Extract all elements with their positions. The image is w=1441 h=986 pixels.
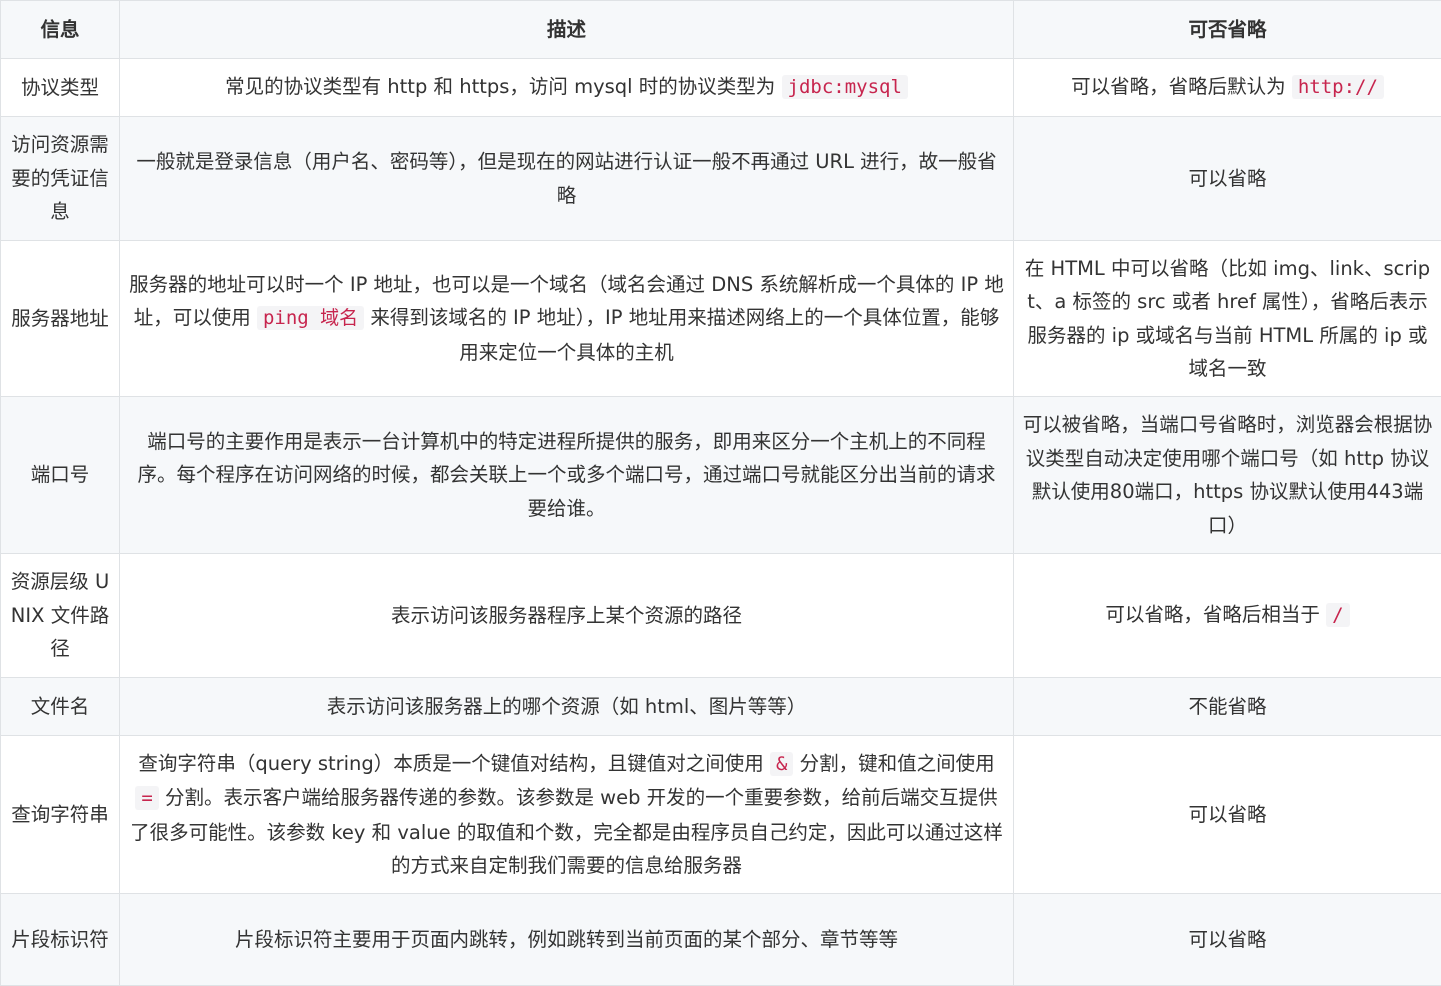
table-row: 端口号 端口号的主要作用是表示一台计算机中的特定进程所提供的服务，即用来区分一个… <box>1 397 1441 554</box>
info-cell: 访问资源需要的凭证信息 <box>1 117 120 241</box>
omittable-text: 可以省略，省略后默认为 <box>1071 75 1292 98</box>
inline-code: / <box>1326 603 1349 627</box>
table-row: 片段标识符 片段标识符主要用于页面内跳转，例如跳转到当前页面的某个部分、章节等等… <box>1 894 1441 986</box>
description-cell: 查询字符串（query string）本质是一个键值对结构，且键值对之间使用 &… <box>120 736 1014 894</box>
inline-code: jdbc:mysql <box>782 75 908 99</box>
table-row: 服务器地址 服务器的地址可以时一个 IP 地址，也可以是一个域名（域名会通过 D… <box>1 241 1441 397</box>
inline-code: ping 域名 <box>257 306 364 330</box>
info-cell: 文件名 <box>1 678 120 736</box>
table-row: 资源层级 UNIX 文件路径 表示访问该服务器程序上某个资源的路径 可以省略，省… <box>1 554 1441 678</box>
inline-code: http:// <box>1292 75 1384 99</box>
description-text: 来得到该域名的 IP 地址），IP 地址用来描述网络上的一个具体位置，能够用来定… <box>364 306 999 364</box>
omittable-cell: 可以省略 <box>1014 117 1441 241</box>
description-cell: 一般就是登录信息（用户名、密码等），但是现在的网站进行认证一般不再通过 URL … <box>120 117 1014 241</box>
info-cell: 端口号 <box>1 397 120 554</box>
description-cell: 常见的协议类型有 http 和 https，访问 mysql 时的协议类型为 j… <box>120 59 1014 117</box>
omittable-cell: 在 HTML 中可以省略（比如 img、link、script、a 标签的 sr… <box>1014 241 1441 397</box>
description-text: 常见的协议类型有 http 和 https，访问 mysql 时的协议类型为 <box>225 75 781 98</box>
table-row: 协议类型 常见的协议类型有 http 和 https，访问 mysql 时的协议… <box>1 59 1441 117</box>
table-header-row: 信息 描述 可否省略 <box>1 1 1441 59</box>
description-text: 分割。表示客户端给服务器传递的参数。该参数是 web 开发的一个重要参数，给前后… <box>130 786 1003 877</box>
header-description: 描述 <box>120 1 1014 59</box>
info-cell: 服务器地址 <box>1 241 120 397</box>
description-cell: 服务器的地址可以时一个 IP 地址，也可以是一个域名（域名会通过 DNS 系统解… <box>120 241 1014 397</box>
omittable-cell: 可以被省略，当端口号省略时，浏览器会根据协议类型自动决定使用哪个端口号（如 ht… <box>1014 397 1441 554</box>
omittable-text: 可以省略，省略后相当于 <box>1105 603 1326 626</box>
info-cell: 查询字符串 <box>1 736 120 894</box>
description-cell: 表示访问该服务器上的哪个资源（如 html、图片等等） <box>120 678 1014 736</box>
description-text: 查询字符串（query string）本质是一个键值对结构，且键值对之间使用 <box>138 752 770 775</box>
table-row: 文件名 表示访问该服务器上的哪个资源（如 html、图片等等） 不能省略 <box>1 678 1441 736</box>
description-text: 分割，键和值之间使用 <box>793 752 994 775</box>
omittable-cell: 可以省略 <box>1014 894 1441 986</box>
inline-code: = <box>135 786 158 810</box>
url-components-table: 信息 描述 可否省略 协议类型 常见的协议类型有 http 和 https，访问… <box>0 0 1441 986</box>
description-cell: 片段标识符主要用于页面内跳转，例如跳转到当前页面的某个部分、章节等等 <box>120 894 1014 986</box>
info-cell: 协议类型 <box>1 59 120 117</box>
omittable-cell: 可以省略 <box>1014 736 1441 894</box>
header-omittable: 可否省略 <box>1014 1 1441 59</box>
description-cell: 表示访问该服务器程序上某个资源的路径 <box>120 554 1014 678</box>
inline-code: & <box>770 752 793 776</box>
table-row: 访问资源需要的凭证信息 一般就是登录信息（用户名、密码等），但是现在的网站进行认… <box>1 117 1441 241</box>
omittable-cell: 可以省略，省略后默认为 http:// <box>1014 59 1441 117</box>
omittable-cell: 可以省略，省略后相当于 / <box>1014 554 1441 678</box>
description-cell: 端口号的主要作用是表示一台计算机中的特定进程所提供的服务，即用来区分一个主机上的… <box>120 397 1014 554</box>
header-info: 信息 <box>1 1 120 59</box>
info-cell: 资源层级 UNIX 文件路径 <box>1 554 120 678</box>
info-cell: 片段标识符 <box>1 894 120 986</box>
omittable-cell: 不能省略 <box>1014 678 1441 736</box>
table-row: 查询字符串 查询字符串（query string）本质是一个键值对结构，且键值对… <box>1 736 1441 894</box>
